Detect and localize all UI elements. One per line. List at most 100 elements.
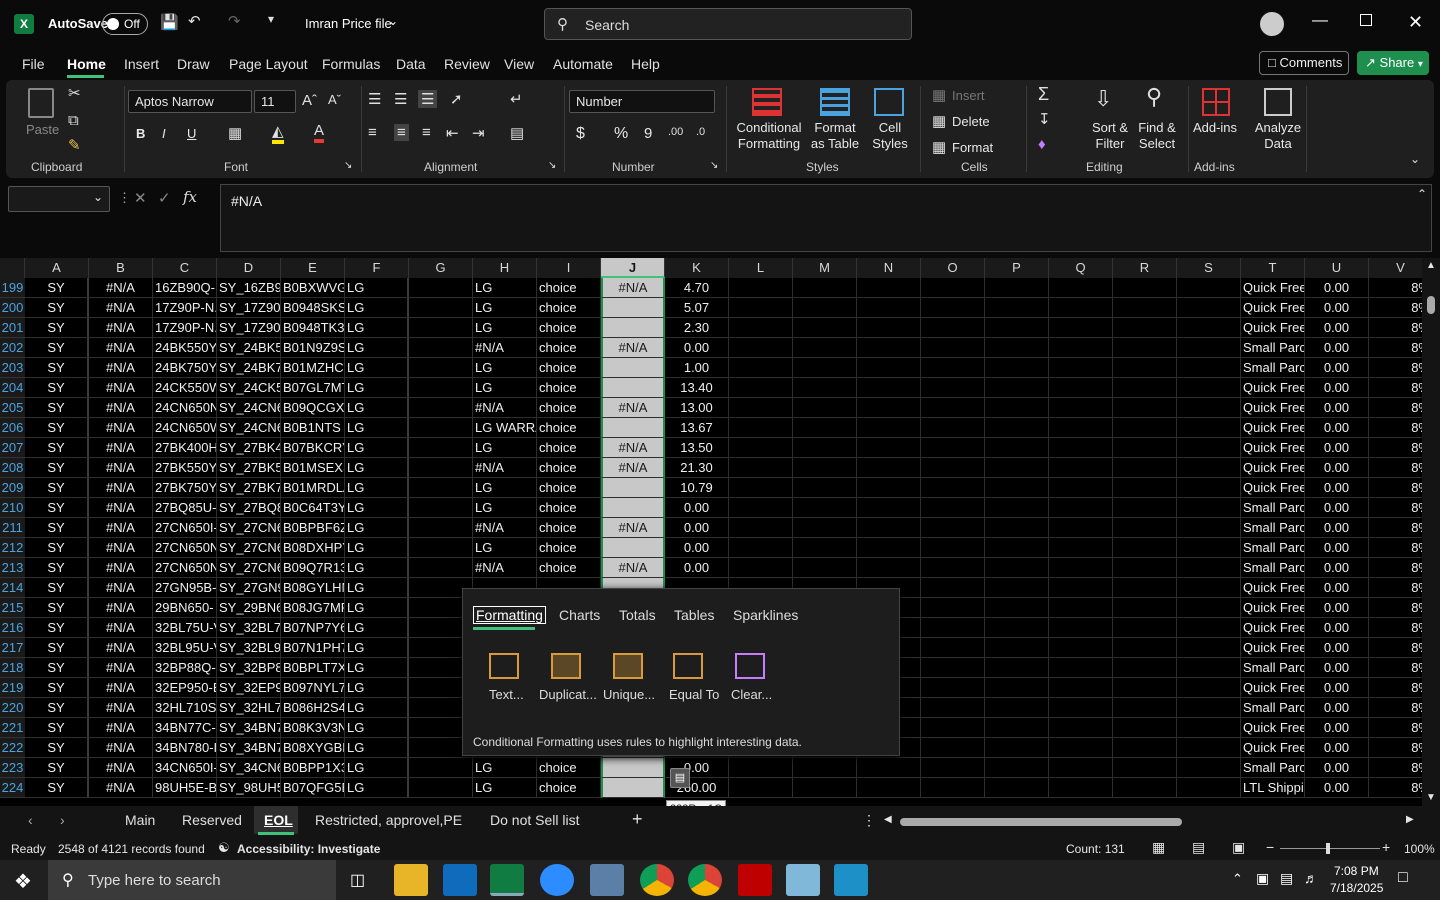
cancel-icon[interactable]: ✕ xyxy=(134,189,147,207)
cell-q[interactable] xyxy=(1049,758,1113,778)
cell-e[interactable]: B0B1NTS xyxy=(281,418,345,438)
cell-f[interactable]: LG xyxy=(345,398,409,418)
cell-s[interactable] xyxy=(1177,618,1241,638)
column-header-p[interactable]: P xyxy=(985,258,1049,278)
chrome-profile-icon[interactable] xyxy=(688,864,722,896)
cell-c[interactable]: 27CN650I- xyxy=(153,518,217,538)
cell-m[interactable] xyxy=(793,498,857,518)
cell-c[interactable]: 27CN650N xyxy=(153,558,217,578)
cell-h[interactable]: #N/A xyxy=(473,398,537,418)
cell-f[interactable]: LG xyxy=(345,658,409,678)
cell-g[interactable] xyxy=(409,418,473,438)
cell-u[interactable]: 0.00 xyxy=(1305,678,1369,698)
accessibility-status[interactable]: Accessibility: Investigate xyxy=(237,842,380,856)
cell-f[interactable]: LG xyxy=(345,478,409,498)
row-header[interactable]: 207 xyxy=(0,438,25,458)
cell-s[interactable] xyxy=(1177,358,1241,378)
menu-automate[interactable]: Automate xyxy=(553,56,613,72)
cell-r[interactable] xyxy=(1113,378,1177,398)
cell-i[interactable]: choice xyxy=(537,758,601,778)
row-header[interactable]: 211 xyxy=(0,518,25,538)
cell-e[interactable]: B0948TK3 xyxy=(281,318,345,338)
cell-d[interactable]: SY_32BL75 xyxy=(217,618,281,638)
cell-o[interactable] xyxy=(921,518,985,538)
page-layout-view-icon[interactable]: ▤ xyxy=(1192,839,1205,856)
cell-n[interactable] xyxy=(857,378,921,398)
cell-j[interactable]: #N/A xyxy=(601,338,665,358)
cell-q[interactable] xyxy=(1049,438,1113,458)
cell-o[interactable] xyxy=(921,618,985,638)
add-sheet-icon[interactable]: + xyxy=(632,809,643,830)
cell-u[interactable]: 0.00 xyxy=(1305,278,1369,298)
font-size-dropdown[interactable]: 11 xyxy=(254,90,296,113)
cell-e[interactable]: B0BPP1X3 xyxy=(281,758,345,778)
cell-t[interactable]: Quick Free xyxy=(1241,418,1305,438)
cell-p[interactable] xyxy=(985,678,1049,698)
cell-l[interactable] xyxy=(729,558,793,578)
cell-b[interactable]: #N/A xyxy=(89,498,153,518)
orientation-icon[interactable]: ➚ xyxy=(450,90,463,108)
cell-e[interactable]: B01N9Z9S xyxy=(281,338,345,358)
align-top-icon[interactable]: ☰ xyxy=(368,90,381,108)
cell-p[interactable] xyxy=(985,358,1049,378)
analyze-data-button[interactable]: Analyze Data xyxy=(1254,120,1302,152)
menu-file[interactable]: File xyxy=(22,56,45,72)
cell-q[interactable] xyxy=(1049,578,1113,598)
row-header[interactable]: 222 xyxy=(0,738,25,758)
cell-l[interactable] xyxy=(729,518,793,538)
align-middle-icon[interactable]: ☰ xyxy=(394,90,407,108)
cell-o[interactable] xyxy=(921,458,985,478)
cell-i[interactable]: choice xyxy=(537,278,601,298)
zoom-slider[interactable] xyxy=(1280,843,1380,854)
cell-p[interactable] xyxy=(985,458,1049,478)
cell-q[interactable] xyxy=(1049,558,1113,578)
cell-j[interactable] xyxy=(601,378,665,398)
cell-c[interactable]: 17Z90P-N. xyxy=(153,318,217,338)
column-header-e[interactable]: E xyxy=(281,258,345,278)
align-bottom-icon[interactable]: ☰ xyxy=(418,90,438,108)
restore-icon[interactable] xyxy=(1360,14,1372,26)
cell-j[interactable]: #N/A xyxy=(601,458,665,478)
cell-a[interactable]: SY xyxy=(25,398,89,418)
cell-r[interactable] xyxy=(1113,618,1177,638)
cell-k[interactable]: 0.00 xyxy=(665,338,729,358)
cell-a[interactable]: SY xyxy=(25,378,89,398)
cell-q[interactable] xyxy=(1049,658,1113,678)
cell-c[interactable]: 34BN77C-I xyxy=(153,718,217,738)
cell-o[interactable] xyxy=(921,478,985,498)
row-header[interactable]: 210 xyxy=(0,498,25,518)
cell-i[interactable]: choice xyxy=(537,498,601,518)
row-header[interactable]: 199 xyxy=(0,278,25,298)
cell-u[interactable]: 0.00 xyxy=(1305,598,1369,618)
tray-app-icon[interactable]: ▣ xyxy=(1256,870,1269,887)
cell-p[interactable] xyxy=(985,558,1049,578)
cell-u[interactable]: 0.00 xyxy=(1305,358,1369,378)
insert-function-icon[interactable]: fx xyxy=(183,188,197,206)
column-header-s[interactable]: S xyxy=(1177,258,1241,278)
cell-l[interactable] xyxy=(729,298,793,318)
cell-r[interactable] xyxy=(1113,278,1177,298)
cell-b[interactable]: #N/A xyxy=(89,538,153,558)
align-left-icon[interactable]: ≡ xyxy=(368,124,377,141)
cell-c[interactable]: 32BP88Q- xyxy=(153,658,217,678)
cell-c[interactable]: 98UH5E-B xyxy=(153,778,217,798)
cell-a[interactable]: SY xyxy=(25,658,89,678)
cell-b[interactable]: #N/A xyxy=(89,418,153,438)
cell-a[interactable]: SY xyxy=(25,758,89,778)
cell-q[interactable] xyxy=(1049,338,1113,358)
cell-t[interactable]: Quick Free xyxy=(1241,578,1305,598)
cell-t[interactable]: Small Parc xyxy=(1241,518,1305,538)
grow-font-icon[interactable]: Aˆ xyxy=(302,92,317,109)
enter-icon[interactable]: ✓ xyxy=(158,189,171,207)
cell-i[interactable]: choice xyxy=(537,558,601,578)
quick-analysis-button[interactable]: ▤ xyxy=(670,768,690,788)
excel-taskbar-icon[interactable] xyxy=(490,864,524,896)
app-blue-icon[interactable] xyxy=(834,864,868,896)
cell-t[interactable]: Quick Free xyxy=(1241,318,1305,338)
cell-t[interactable]: Quick Free xyxy=(1241,458,1305,478)
cell-q[interactable] xyxy=(1049,538,1113,558)
collapse-formula-icon[interactable]: ⌃ xyxy=(1417,187,1427,201)
cell-l[interactable] xyxy=(729,758,793,778)
cell-c[interactable]: 32EP950-E xyxy=(153,678,217,698)
sheet-tab-reserved[interactable]: Reserved xyxy=(182,812,242,828)
